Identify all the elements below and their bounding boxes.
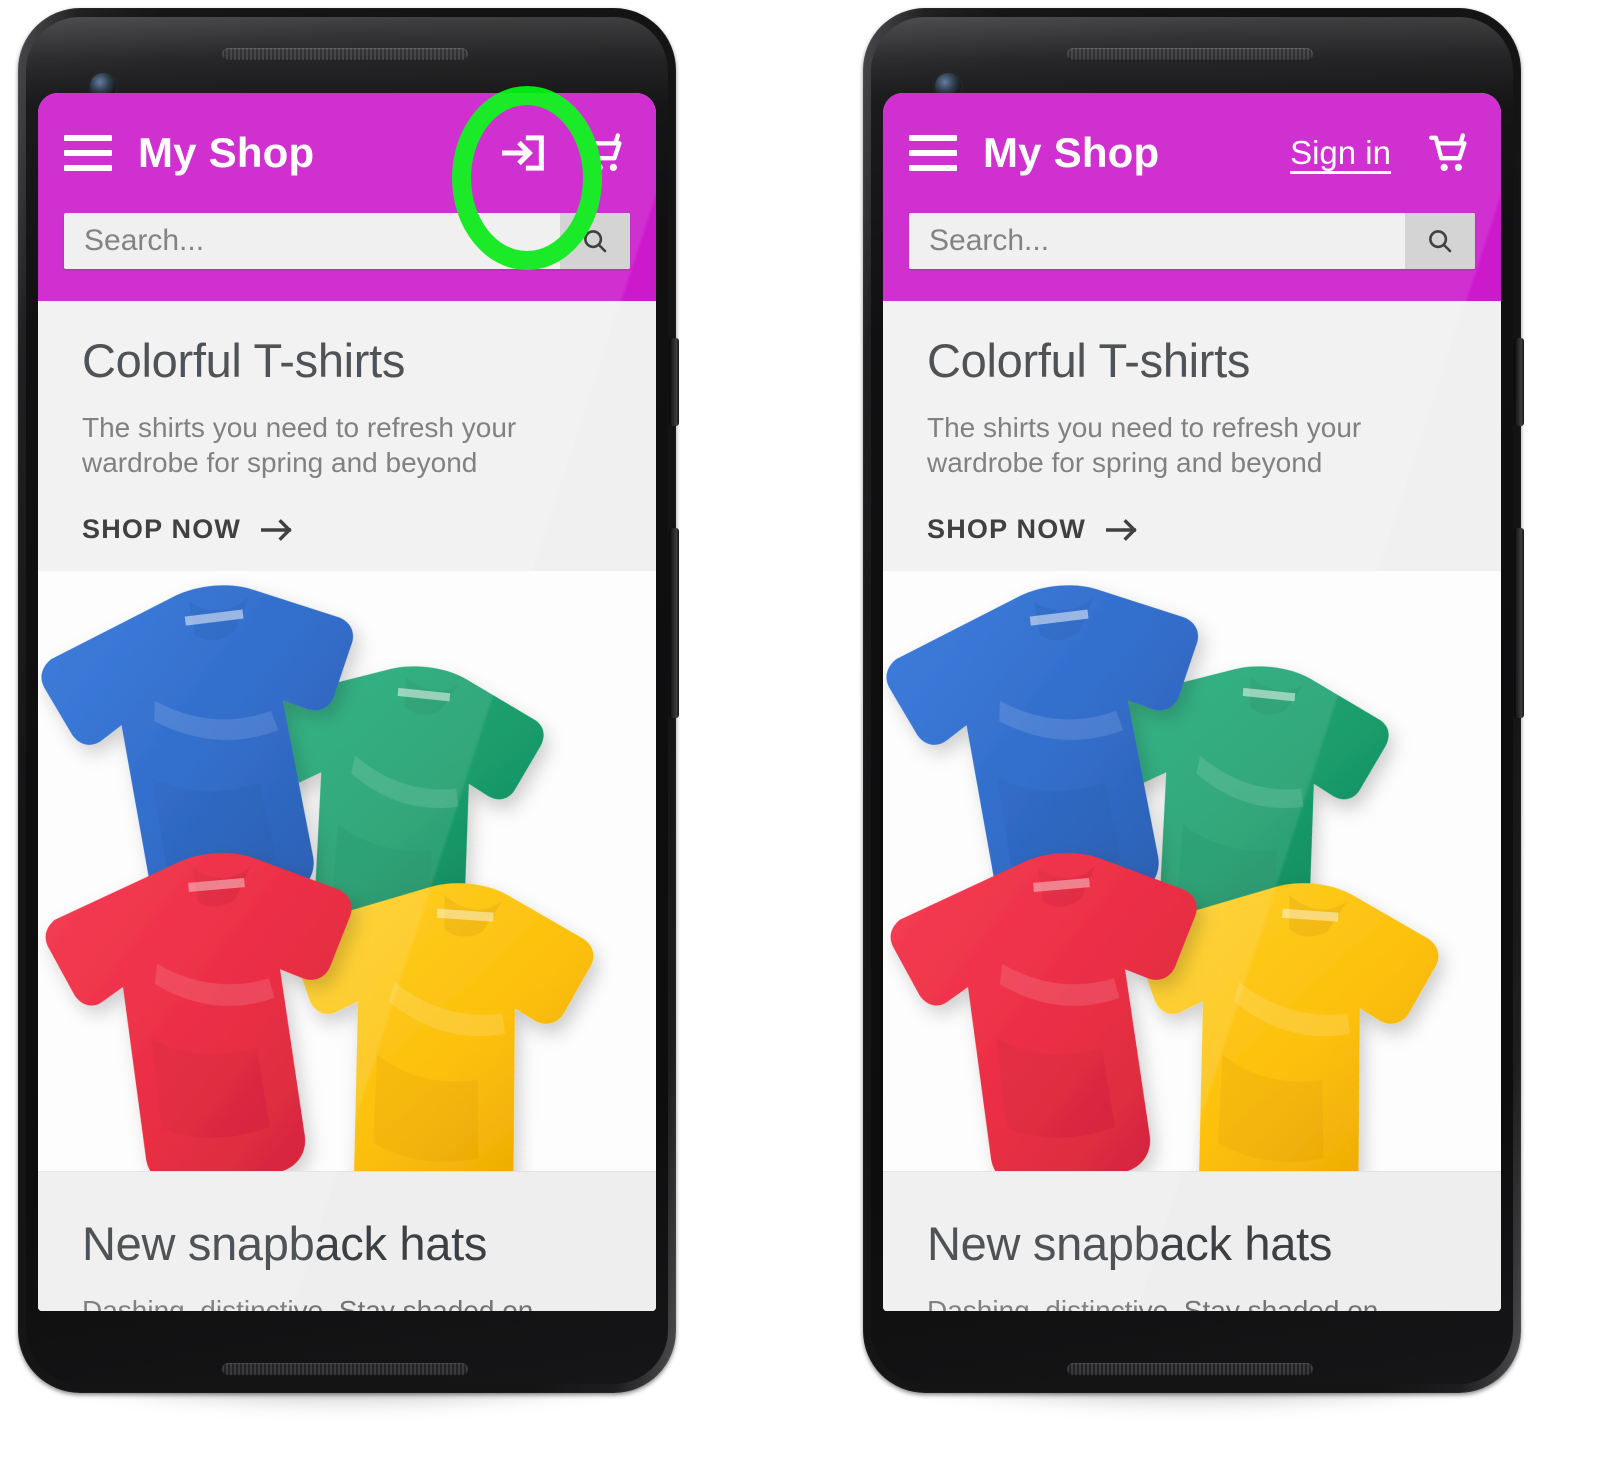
search-bar[interactable] <box>909 213 1475 269</box>
tshirts-illustration <box>38 571 656 1172</box>
page-content: Colorful T-shirts The shirts you need to… <box>38 301 656 1311</box>
shopping-cart-icon[interactable] <box>1421 126 1475 180</box>
app-title: My Shop <box>138 129 315 176</box>
hero-card: Colorful T-shirts The shirts you need to… <box>883 301 1501 1172</box>
search-bar[interactable] <box>64 213 630 269</box>
second-card: New snapback hats Dashing, distinctive. … <box>883 1171 1501 1311</box>
second-card-subtitle: Dashing, distinctive. Stay shaded on sun… <box>927 1294 1379 1311</box>
hero-subtitle: The shirts you need to refresh your ward… <box>82 411 517 478</box>
hero-subtitle: The shirts you need to refresh your ward… <box>927 411 1362 478</box>
second-card-subtitle: Dashing, distinctive. Stay shaded on sun… <box>82 1294 534 1311</box>
volume-button[interactable] <box>670 528 679 718</box>
second-card-title: New snapback hats <box>927 1217 1333 1271</box>
arrow-right-icon <box>1105 517 1140 543</box>
second-card: New snapback hats Dashing, distinctive. … <box>38 1171 656 1311</box>
bottom-speaker <box>222 1363 468 1376</box>
login-arrow-icon[interactable] <box>498 127 550 179</box>
bottom-speaker <box>1067 1363 1313 1376</box>
hamburger-menu-icon[interactable] <box>64 135 112 171</box>
hamburger-menu-icon[interactable] <box>909 135 957 171</box>
hero-title: Colorful T-shirts <box>927 334 1251 387</box>
phone-screen-left: My Shop Search... Colorful T-shirts The … <box>38 93 656 1311</box>
tshirts-illustration <box>883 571 1501 1172</box>
phone-device-left: My Shop Search... Colorful T-shirts The … <box>0 8 690 1428</box>
search-input[interactable] <box>909 224 1405 258</box>
search-input[interactable] <box>64 224 560 258</box>
earpiece-speaker <box>222 48 468 61</box>
phone-screen-right: My Shop Sign in Search... Colorful T-shi… <box>883 93 1501 1311</box>
comparison-screenshot: My Shop Search... Colorful T-shirts The … <box>0 0 1600 1473</box>
product-photo <box>38 571 656 1172</box>
shop-now-button[interactable]: SHOP NOW <box>82 514 295 545</box>
earpiece-speaker <box>1067 48 1313 61</box>
shop-now-button[interactable]: SHOP NOW <box>927 514 1140 545</box>
shopping-cart-icon[interactable] <box>576 126 630 180</box>
hero-card: Colorful T-shirts The shirts you need to… <box>38 301 656 1172</box>
second-card-title: New snapback hats <box>82 1217 488 1271</box>
power-button[interactable] <box>670 338 679 426</box>
search-submit-button[interactable] <box>1405 213 1475 269</box>
phone-device-right: My Shop Sign in Search... Colorful T-shi… <box>845 8 1535 1428</box>
search-row <box>38 213 656 269</box>
page-content: Colorful T-shirts The shirts you need to… <box>883 301 1501 1311</box>
app-bar: My Shop Sign in <box>883 93 1501 301</box>
volume-button[interactable] <box>1515 528 1524 718</box>
product-photo <box>883 571 1501 1172</box>
app-bar: My Shop <box>38 93 656 301</box>
shop-now-label: SHOP NOW <box>82 514 242 545</box>
shop-now-label: SHOP NOW <box>927 514 1087 545</box>
arrow-right-icon <box>260 517 295 543</box>
search-submit-button[interactable] <box>560 213 630 269</box>
search-row <box>883 213 1501 269</box>
hero-title: Colorful T-shirts <box>82 334 406 387</box>
power-button[interactable] <box>1515 338 1524 426</box>
app-title: My Shop <box>983 129 1160 176</box>
sign-in-link[interactable]: Sign in <box>1290 134 1391 172</box>
